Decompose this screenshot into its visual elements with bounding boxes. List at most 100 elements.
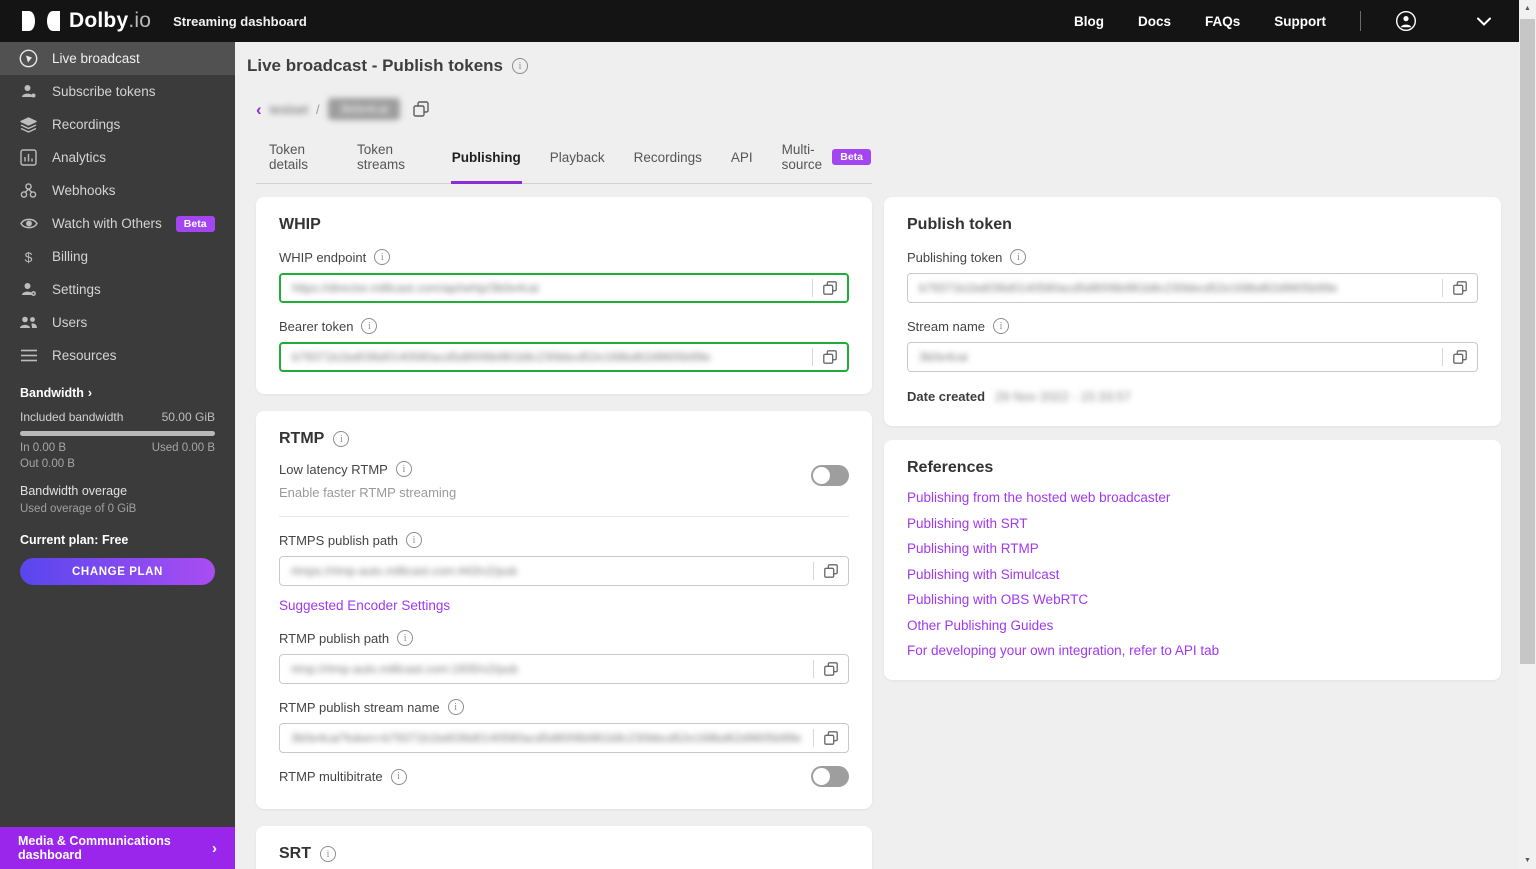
- reference-link-api-tab[interactable]: For developing your own integration, ref…: [907, 643, 1478, 658]
- sidebar-item-analytics[interactable]: Analytics: [0, 141, 235, 174]
- sidebar-item-label: Settings: [52, 282, 101, 297]
- sidebar-item-resources[interactable]: Resources: [0, 339, 235, 372]
- sidebar-item-recordings[interactable]: Recordings: [0, 108, 235, 141]
- beta-badge: Beta: [832, 149, 871, 165]
- copy-button[interactable]: [1443, 349, 1477, 365]
- chevron-right-icon: ›: [87, 386, 93, 400]
- chevron-right-icon: ›: [212, 839, 217, 857]
- suggested-encoder-settings-link[interactable]: Suggested Encoder Settings: [279, 598, 450, 613]
- rtmp-publish-path-input[interactable]: rtmp://rtmp-auto.millicast.com:1935/v2/p…: [279, 654, 849, 684]
- info-icon[interactable]: i: [993, 318, 1010, 334]
- publishing-token-label: Publishing token: [907, 249, 1003, 265]
- info-icon[interactable]: i: [361, 318, 378, 334]
- tab-api[interactable]: API: [730, 136, 754, 184]
- copy-button[interactable]: [814, 730, 848, 746]
- sidebar-item-label: Billing: [52, 249, 89, 264]
- included-bandwidth-label: Included bandwidth: [20, 410, 124, 424]
- sidebar-item-billing[interactable]: $ Billing: [0, 240, 235, 273]
- user-settings-icon: [19, 281, 38, 298]
- copy-button[interactable]: [814, 661, 848, 677]
- rtmp-publish-stream-name-input[interactable]: 3b0e4cai?token=b79371b1bd036d0140580acd5…: [279, 723, 849, 753]
- nav-docs-link[interactable]: Docs: [1138, 14, 1171, 29]
- sidebar-item-label: Live broadcast: [52, 51, 140, 66]
- tab-playback[interactable]: Playback: [549, 136, 606, 184]
- srt-title: SRT: [279, 845, 311, 862]
- copy-button[interactable]: [813, 349, 847, 365]
- sidebar-item-settings[interactable]: Settings: [0, 273, 235, 306]
- back-chevron-icon[interactable]: ‹: [256, 101, 262, 118]
- references-list: Publishing from the hosted web broadcast…: [907, 490, 1478, 658]
- whip-endpoint-label: WHIP endpoint: [279, 249, 367, 265]
- dolby-logo[interactable]: Dolby.io: [22, 9, 151, 33]
- scrollbar-thumb[interactable]: [1520, 19, 1535, 664]
- reference-link-publishing-obs-webrtc[interactable]: Publishing with OBS WebRTC: [907, 592, 1478, 607]
- reference-link-publishing-srt[interactable]: Publishing with SRT: [907, 516, 1478, 531]
- account-icon[interactable]: [1395, 10, 1417, 32]
- sidebar-item-watch-with-others[interactable]: Watch with Others Beta: [0, 207, 235, 240]
- sidebar-item-label: Resources: [52, 348, 117, 363]
- whip-endpoint-value: https://director.millicast.com/api/whip/…: [292, 281, 539, 295]
- reference-link-publishing-rtmp[interactable]: Publishing with RTMP: [907, 541, 1478, 556]
- media-communications-dashboard-link[interactable]: Media & Communications dashboard ›: [0, 827, 235, 869]
- publishing-token-value: b79371b1bd036d0140580acd5d8006b981b8c230…: [919, 281, 1338, 295]
- tab-multi-source[interactable]: Multi-source Beta: [781, 136, 872, 184]
- publishing-token-input[interactable]: b79371b1bd036d0140580acd5d8006b981b8c230…: [907, 273, 1478, 303]
- copy-button[interactable]: [1443, 280, 1477, 296]
- copy-button[interactable]: [814, 563, 848, 579]
- sidebar-item-label: Watch with Others: [52, 216, 162, 231]
- references-title: References: [907, 459, 994, 476]
- nav-faqs-link[interactable]: FAQs: [1205, 14, 1240, 29]
- reference-link-publishing-simulcast[interactable]: Publishing with Simulcast: [907, 567, 1478, 582]
- date-created-value: 29 Nov 2022 - 15:33:57: [995, 389, 1131, 404]
- whip-card: WHIP WHIP endpoint i https://director.mi…: [256, 197, 872, 394]
- scroll-down-arrow[interactable]: ▼: [1519, 852, 1536, 869]
- sidebar-item-subscribe-tokens[interactable]: Subscribe tokens: [0, 75, 235, 108]
- tab-token-details[interactable]: Token details: [268, 136, 329, 184]
- info-icon[interactable]: i: [512, 58, 529, 74]
- sidebar-item-users[interactable]: Users: [0, 306, 235, 339]
- low-latency-rtmp-toggle[interactable]: [811, 465, 849, 486]
- subscriber-icon: [19, 83, 38, 100]
- reference-link-other-publishing-guides[interactable]: Other Publishing Guides: [907, 618, 1478, 633]
- scroll-up-arrow[interactable]: ▲: [1519, 0, 1536, 17]
- copy-icon[interactable]: [412, 100, 430, 118]
- rtmp-publish-path-label: RTMP publish path: [279, 630, 390, 646]
- rtmp-multibitrate-toggle[interactable]: [811, 766, 849, 787]
- breadcrumb-parent[interactable]: testset: [270, 102, 308, 117]
- sidebar-item-label: Users: [52, 315, 88, 330]
- nav-blog-link[interactable]: Blog: [1074, 14, 1104, 29]
- nav-support-link[interactable]: Support: [1274, 14, 1326, 29]
- reference-link-hosted-web-broadcaster[interactable]: Publishing from the hosted web broadcast…: [907, 490, 1478, 505]
- breadcrumb: ‹ testset / 3b0e4cai: [256, 98, 1501, 120]
- breadcrumb-token-chip[interactable]: 3b0e4cai: [327, 98, 401, 120]
- chevron-down-icon[interactable]: [1477, 17, 1491, 26]
- bandwidth-in-value: In 0.00 B: [20, 442, 67, 454]
- info-icon[interactable]: i: [374, 249, 391, 265]
- sidebar-item-webhooks[interactable]: Webhooks: [0, 174, 235, 207]
- top-bar: Dolby.io Streaming dashboard Blog Docs F…: [0, 0, 1519, 42]
- change-plan-button[interactable]: CHANGE PLAN: [20, 558, 215, 585]
- info-icon[interactable]: i: [333, 431, 350, 447]
- sidebar: Live broadcast Subscribe tokens Recordin…: [0, 42, 235, 827]
- sidebar-item-live-broadcast[interactable]: Live broadcast: [0, 42, 235, 75]
- rtmps-publish-path-input[interactable]: rtmps://rtmp-auto.millicast.com:443/v2/p…: [279, 556, 849, 586]
- info-icon[interactable]: i: [395, 461, 412, 477]
- copy-button[interactable]: [813, 280, 847, 296]
- dolby-double-d-icon: [22, 11, 60, 31]
- bearer-token-input[interactable]: b79371b1bd036d0140580acd5d8006b981b8c230…: [279, 342, 849, 372]
- tab-recordings[interactable]: Recordings: [633, 136, 703, 184]
- whip-endpoint-input[interactable]: https://director.millicast.com/api/whip/…: [279, 273, 849, 303]
- bandwidth-title[interactable]: Bandwidth ›: [20, 386, 215, 400]
- tab-publishing[interactable]: Publishing: [450, 136, 522, 184]
- breadcrumb-separator: /: [315, 101, 320, 117]
- info-icon[interactable]: i: [406, 532, 422, 548]
- info-icon[interactable]: i: [320, 846, 336, 862]
- info-icon[interactable]: i: [1010, 249, 1027, 265]
- info-icon[interactable]: i: [390, 768, 407, 785]
- info-icon[interactable]: i: [397, 630, 414, 646]
- tab-token-streams[interactable]: Token streams: [356, 136, 424, 184]
- stream-name-input[interactable]: 3b0e4cai: [907, 342, 1478, 372]
- users-icon: [19, 315, 38, 330]
- page-scrollbar[interactable]: ▲ ▼: [1519, 0, 1536, 869]
- info-icon[interactable]: i: [447, 699, 464, 715]
